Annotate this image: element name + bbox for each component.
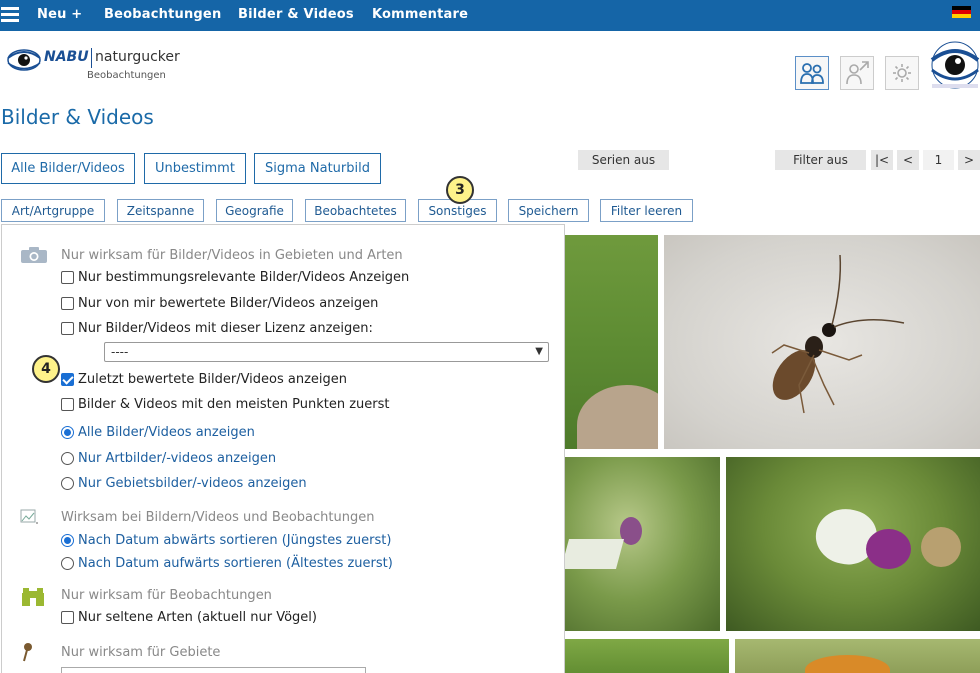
date-desc-radio[interactable] bbox=[61, 533, 74, 547]
rare-species-checkbox[interactable] bbox=[61, 610, 74, 624]
license-checkbox[interactable] bbox=[61, 321, 74, 335]
radio-row-area-media[interactable]: Nur Gebietsbilder/-videos anzeigen bbox=[61, 474, 307, 492]
page-number: 1 bbox=[923, 150, 954, 170]
radio-row-all-media[interactable]: Alle Bilder/Videos anzeigen bbox=[61, 423, 255, 441]
photo-butterfly-thistle[interactable] bbox=[565, 457, 720, 631]
location-pin-icon bbox=[23, 643, 32, 662]
tab-observed[interactable]: Beobachtetes bbox=[305, 199, 406, 222]
insect-illustration bbox=[771, 254, 905, 414]
step-badge-4: 4 bbox=[32, 355, 60, 383]
rare-species-label: Nur seltene Arten (aktuell nur Vögel) bbox=[78, 609, 317, 625]
radio-row-date-asc[interactable]: Nach Datum aufwärts sortieren (Ältestes … bbox=[61, 554, 393, 572]
date-asc-radio[interactable] bbox=[61, 556, 74, 570]
photo-grass-stone[interactable] bbox=[565, 235, 658, 449]
settings-button[interactable] bbox=[885, 56, 919, 90]
check-row-recently-rated[interactable]: Zuletzt bewertete Bilder/Videos anzeigen bbox=[61, 370, 347, 388]
license-label: Nur Bilder/Videos mit dieser Lizenz anze… bbox=[78, 320, 373, 336]
clear-filter-button[interactable]: Filter leeren bbox=[600, 199, 693, 222]
all-media-radio[interactable] bbox=[61, 425, 74, 439]
chevron-down-icon: ▼ bbox=[535, 346, 543, 357]
binoculars-icon bbox=[22, 588, 44, 606]
tab-species[interactable]: Art/Artgruppe bbox=[1, 199, 105, 222]
user-arrow-icon bbox=[846, 61, 869, 85]
section-heading-sorting: Wirksam bei Bildern/Videos und Beobachtu… bbox=[61, 510, 375, 525]
all-media-button[interactable]: Alle Bilder/Videos bbox=[1, 153, 135, 184]
step-badge-3: 3 bbox=[446, 176, 474, 204]
photo-orange-butterfly[interactable] bbox=[735, 639, 980, 673]
section-heading-areas: Nur wirksam für Gebiete bbox=[61, 645, 221, 660]
check-row-relevant[interactable]: Nur bestimmungsrelevante Bilder/Videos A… bbox=[61, 268, 409, 286]
logo-separator bbox=[91, 48, 92, 68]
camera-icon bbox=[21, 247, 47, 263]
check-row-license[interactable]: Nur Bilder/Videos mit dieser Lizenz anze… bbox=[61, 319, 373, 337]
check-row-rated-by-me[interactable]: Nur von mir bewertete Bilder/Videos anze… bbox=[61, 294, 378, 312]
area-input[interactable] bbox=[61, 667, 366, 673]
license-select[interactable]: ---- ▼ bbox=[104, 342, 549, 362]
license-select-value: ---- bbox=[111, 345, 129, 359]
tab-timespan[interactable]: Zeitspanne bbox=[117, 199, 204, 222]
naturgucker-eye-logo-icon[interactable] bbox=[930, 40, 980, 92]
gear-icon bbox=[893, 64, 911, 82]
nav-link-comments[interactable]: Kommentare bbox=[372, 7, 468, 22]
rated-by-me-checkbox[interactable] bbox=[61, 296, 74, 310]
top-nav-bar: Neu + Beobachtungen Bilder & Videos Komm… bbox=[0, 0, 980, 31]
prev-page-button[interactable]: < bbox=[897, 150, 919, 170]
undetermined-button[interactable]: Unbestimmt bbox=[144, 153, 246, 184]
area-media-radio[interactable] bbox=[61, 476, 74, 490]
relevant-only-checkbox[interactable] bbox=[61, 270, 74, 284]
photo-insect-wasp[interactable] bbox=[664, 235, 980, 449]
species-media-radio[interactable] bbox=[61, 451, 74, 465]
broken-image-icon bbox=[20, 509, 38, 524]
german-flag-icon[interactable] bbox=[952, 6, 971, 18]
check-row-most-points[interactable]: Bilder & Videos mit den meisten Punkten … bbox=[61, 395, 389, 413]
radio-row-species-media[interactable]: Nur Artbilder/-videos anzeigen bbox=[61, 449, 276, 467]
date-asc-radio-label: Nach Datum aufwärts sortieren (Ältestes … bbox=[78, 555, 393, 571]
relevant-only-label: Nur bestimmungsrelevante Bilder/Videos A… bbox=[78, 269, 410, 285]
logo-subtitle: Beobachtungen bbox=[87, 70, 166, 81]
check-row-rare-species[interactable]: Nur seltene Arten (aktuell nur Vögel) bbox=[61, 608, 317, 626]
nabu-eye-logo-icon[interactable] bbox=[7, 46, 41, 74]
login-button[interactable] bbox=[840, 56, 874, 90]
rated-by-me-label: Nur von mir bewertete Bilder/Videos anze… bbox=[78, 295, 379, 311]
recently-rated-label: Zuletzt bewertete Bilder/Videos anzeigen bbox=[78, 371, 348, 387]
photo-white-butterfly[interactable] bbox=[726, 457, 980, 631]
date-desc-radio-label: Nach Datum abwärts sortieren (Jüngstes z… bbox=[78, 532, 392, 548]
logo-brand: NABU bbox=[44, 49, 89, 65]
next-page-button[interactable]: > bbox=[958, 150, 980, 170]
series-toggle-button[interactable]: Serien aus bbox=[578, 150, 669, 170]
all-media-radio-label: Alle Bilder/Videos anzeigen bbox=[78, 424, 255, 440]
species-media-radio-label: Nur Artbilder/-videos anzeigen bbox=[78, 450, 277, 466]
logo-name: naturgucker bbox=[95, 49, 180, 65]
nav-link-media[interactable]: Bilder & Videos bbox=[238, 7, 354, 22]
page-title: Bilder & Videos bbox=[1, 105, 154, 129]
filter-toggle-button[interactable]: Filter aus bbox=[775, 150, 866, 170]
tab-save[interactable]: Speichern bbox=[508, 199, 589, 222]
section-heading-observations: Nur wirksam für Beobachtungen bbox=[61, 588, 272, 603]
area-media-radio-label: Nur Gebietsbilder/-videos anzeigen bbox=[78, 475, 307, 491]
menu-icon[interactable] bbox=[1, 7, 19, 23]
section-heading-media-filter: Nur wirksam für Bilder/Videos in Gebiete… bbox=[61, 248, 403, 263]
radio-row-date-desc[interactable]: Nach Datum abwärts sortieren (Jüngstes z… bbox=[61, 531, 391, 549]
tab-geography[interactable]: Geografie bbox=[216, 199, 293, 222]
sigma-naturbild-button[interactable]: Sigma Naturbild bbox=[254, 153, 381, 184]
new-button[interactable]: Neu + bbox=[37, 7, 82, 22]
most-points-label: Bilder & Videos mit den meisten Punkten … bbox=[78, 396, 390, 412]
nav-link-observations[interactable]: Beobachtungen bbox=[104, 7, 221, 22]
community-button[interactable] bbox=[795, 56, 829, 90]
first-page-button[interactable]: |< bbox=[871, 150, 893, 170]
recently-rated-checkbox[interactable] bbox=[61, 372, 74, 386]
people-icon bbox=[800, 63, 824, 84]
photo-grass-bottom[interactable] bbox=[565, 639, 729, 673]
most-points-checkbox[interactable] bbox=[61, 397, 74, 411]
